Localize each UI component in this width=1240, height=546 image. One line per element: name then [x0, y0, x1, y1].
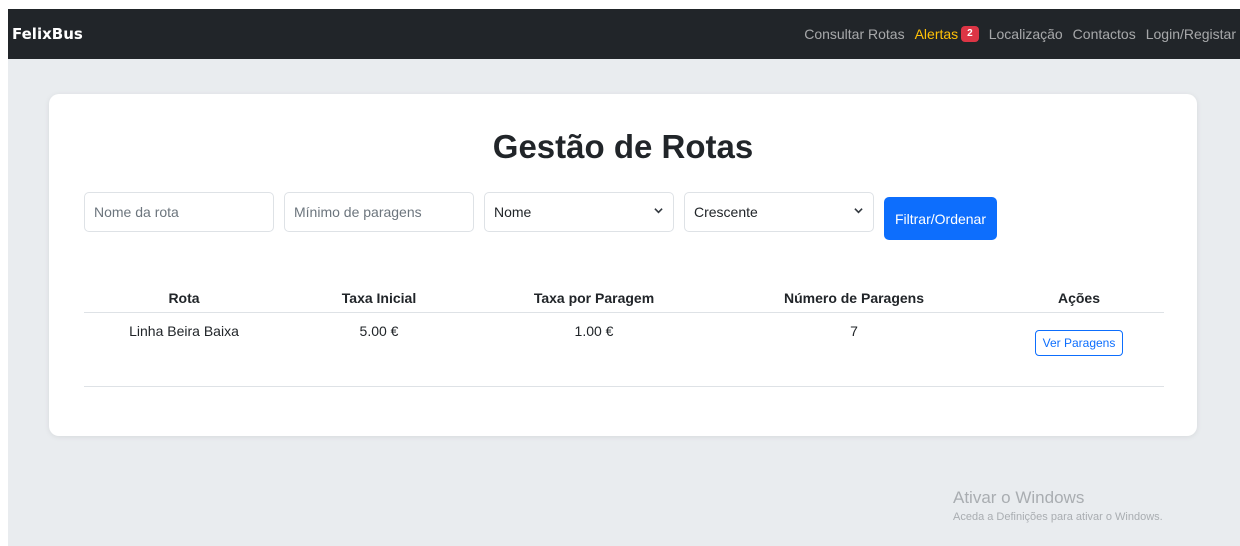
column-header-num-paragens: Número de Paragens — [714, 284, 994, 313]
column-header-acoes: Ações — [994, 284, 1164, 313]
alert-count-badge: 2 — [961, 26, 979, 42]
route-name-input[interactable] — [84, 192, 274, 232]
sort-field-select[interactable]: Nome — [484, 192, 674, 232]
watermark-title: Ativar o Windows — [953, 488, 1085, 507]
nav-link-alertas-label: Alertas — [914, 26, 959, 42]
cell-rota: Linha Beira Baixa — [84, 312, 284, 387]
routes-table: Rota Taxa Inicial Taxa por Paragem Númer… — [84, 284, 1164, 387]
column-header-rota: Rota — [84, 284, 284, 313]
watermark-subtitle: Aceda a Definições para ativar o Windows… — [953, 511, 1163, 523]
nav-links: Consultar Rotas Alertas 2 Localização Co… — [794, 9, 1240, 59]
page: FelixBus Consultar Rotas Alertas 2 Local… — [0, 0, 1240, 546]
nav-link-localizacao[interactable]: Localização — [989, 26, 1063, 42]
table-row: Linha Beira Baixa 5.00 € 1.00 € 7 Ver Pa… — [84, 312, 1164, 387]
cell-acoes: Ver Paragens — [994, 312, 1164, 387]
sort-order-select[interactable]: Crescente — [684, 192, 874, 232]
cell-taxa-inicial: 5.00 € — [284, 312, 474, 387]
routes-table-wrapper: Rota Taxa Inicial Taxa por Paragem Númer… — [84, 284, 1164, 387]
browser-viewport: FelixBus Consultar Rotas Alertas 2 Local… — [8, 9, 1240, 546]
page-title: Gestão de Rotas — [492, 128, 754, 165]
navbar: FelixBus Consultar Rotas Alertas 2 Local… — [8, 9, 1240, 59]
nav-link-consultar-rotas[interactable]: Consultar Rotas — [804, 26, 904, 42]
sort-order-value: Crescente — [694, 204, 758, 220]
view-stops-button[interactable]: Ver Paragens — [1034, 330, 1124, 356]
nav-link-login[interactable]: Login/Registar — [1146, 26, 1236, 42]
filter-sort-button[interactable]: Filtrar/Ordenar — [884, 197, 997, 240]
column-header-taxa-inicial: Taxa Inicial — [284, 284, 474, 313]
table-header-row: Rota Taxa Inicial Taxa por Paragem Númer… — [84, 284, 1164, 313]
brand-logo[interactable]: FelixBus — [12, 24, 83, 44]
column-header-taxa-paragem: Taxa por Paragem — [474, 284, 714, 313]
nav-link-contactos[interactable]: Contactos — [1073, 26, 1136, 42]
nav-link-alertas[interactable]: Alertas 2 — [915, 26, 979, 42]
chevron-down-icon — [654, 208, 663, 214]
min-stops-input[interactable] — [284, 192, 474, 232]
windows-activation-watermark: Ativar o Windows Aceda a Definições para… — [953, 487, 1163, 525]
chevron-down-icon — [854, 208, 863, 214]
cell-taxa-paragem: 1.00 € — [474, 312, 714, 387]
routes-card: Gestão de Rotas Nome Crescente Filtrar/O — [49, 94, 1197, 436]
cell-num-paragens: 7 — [714, 312, 994, 387]
sort-field-value: Nome — [494, 204, 532, 220]
